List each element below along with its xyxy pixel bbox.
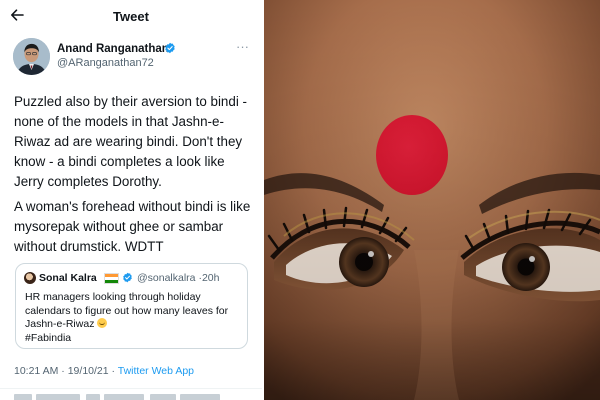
photo-bindi-closeup	[264, 0, 600, 400]
face-illustration	[264, 0, 600, 400]
tweet-text: Puzzled also by their aversion to bindi …	[14, 92, 256, 257]
stat-fragment	[150, 394, 176, 400]
hashtag-fabindia[interactable]: #Fabindia	[25, 332, 243, 346]
tweet-stats-cropped	[14, 394, 244, 400]
top-bar: Tweet	[0, 0, 262, 32]
quoted-time[interactable]: 20h	[202, 272, 220, 284]
stat-fragment	[86, 394, 100, 400]
quoted-line: HR managers looking through holiday	[25, 291, 201, 303]
quoted-author-name[interactable]: Sonal Kalra	[39, 272, 97, 284]
quoted-tweet-text: HR managers looking through holiday cale…	[25, 291, 243, 345]
quoted-meta: @sonalkalra ·20h	[137, 272, 219, 284]
tweet-source-link[interactable]: Twitter Web App	[118, 365, 194, 377]
timestamp-separator: ·	[58, 365, 68, 377]
quoted-handle[interactable]: @sonalkalra	[137, 272, 196, 284]
verified-badge-icon	[165, 42, 175, 54]
tweet-paragraph: A woman's forehead without bindi is like…	[14, 199, 251, 254]
avatar-portrait	[13, 38, 50, 75]
verified-badge-icon	[123, 272, 132, 283]
stat-fragment	[180, 394, 220, 400]
tweet-date[interactable]: 19/10/21	[68, 365, 109, 377]
quoted-avatar[interactable]	[24, 272, 36, 284]
quoted-line: calendars to figure out how many leaves …	[25, 304, 229, 317]
page-title: Tweet	[113, 9, 149, 24]
author-name[interactable]: Anand Ranganathan	[57, 43, 169, 55]
divider	[0, 388, 262, 389]
smirk-emoji-icon	[97, 318, 108, 328]
quoted-line-wrap: Jashn-e-Riwaz	[25, 318, 243, 332]
quoted-line: Jashn-e-Riwaz	[25, 318, 95, 330]
author-handle: @ARanganathan72	[57, 57, 154, 69]
timestamp-separator: ·	[108, 365, 118, 377]
tweet-panel: Tweet Anand Ranganathan @ARanganathan72 …	[0, 0, 262, 400]
quoted-tweet[interactable]: Sonal Kalra @sonalkalra ·20h HR managers…	[15, 263, 248, 349]
stat-fragment	[104, 394, 144, 400]
avatar[interactable]	[13, 38, 50, 75]
india-flag-icon	[104, 273, 119, 284]
flag-band	[105, 280, 118, 283]
more-options-icon[interactable]: ···	[236, 39, 249, 54]
stat-fragment	[36, 394, 80, 400]
stat-fragment	[14, 394, 32, 400]
tweet-author: Anand Ranganathan @ARanganathan72 ···	[13, 38, 253, 78]
tweet-paragraph: Puzzled also by their aversion to bindi …	[14, 94, 247, 189]
tweet-timestamp: 10:21 AM · 19/10/21 · Twitter Web App	[14, 365, 194, 377]
tweet-time[interactable]: 10:21 AM	[14, 365, 58, 377]
